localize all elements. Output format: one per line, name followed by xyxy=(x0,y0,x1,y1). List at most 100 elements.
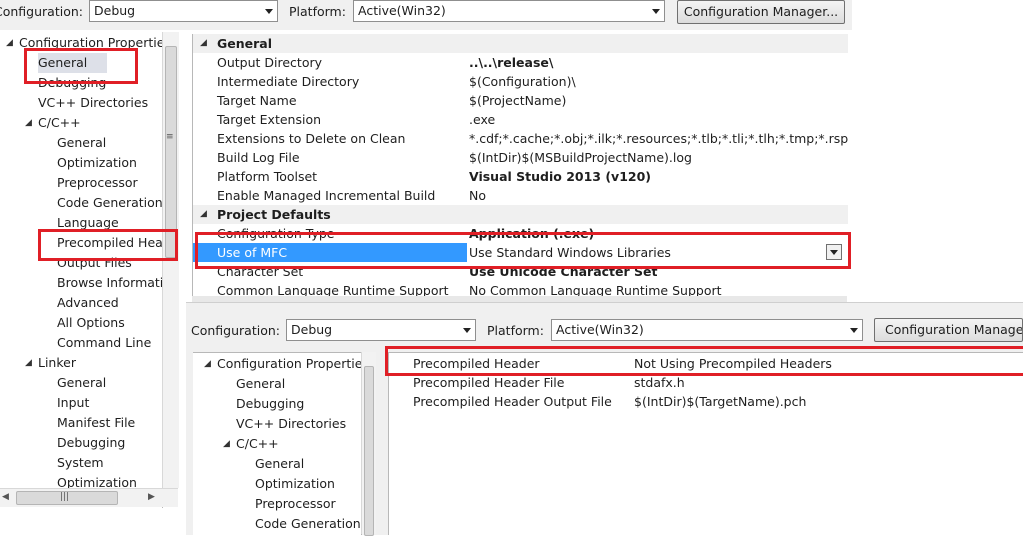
tree-item[interactable]: Code Generation xyxy=(255,514,361,534)
tree-item[interactable]: ◢ Linker xyxy=(25,353,76,373)
configuration-manager-button[interactable]: Configuration Manager... xyxy=(677,0,845,24)
tree-item[interactable]: Debugging xyxy=(236,394,304,414)
property-row[interactable]: Output Directory ..\..\release\ xyxy=(193,53,848,72)
chevron-down-icon xyxy=(648,1,664,21)
tree-item-label: General xyxy=(57,135,107,150)
tree-item-label: General xyxy=(255,456,305,471)
scroll-left-icon[interactable]: ◀ xyxy=(2,492,9,502)
category-row[interactable]: ◢ General xyxy=(193,34,848,53)
tree-item-label: C/C++ xyxy=(38,115,81,130)
tree-item[interactable]: General xyxy=(255,454,304,474)
property-row[interactable]: Enable Managed Incremental Build No xyxy=(193,186,848,205)
configuration-dropdown-2[interactable]: Debug xyxy=(286,319,476,341)
property-row[interactable]: Platform Toolset Visual Studio 2013 (v120… xyxy=(193,167,848,186)
tree-item[interactable]: Input xyxy=(57,393,89,413)
property-name: Target Name xyxy=(217,93,297,108)
property-value[interactable]: Visual Studio 2013 (v120) xyxy=(469,167,651,186)
scroll-right-icon[interactable]: ▶ xyxy=(148,492,155,502)
property-name: Enable Managed Incremental Build xyxy=(217,188,436,203)
property-row[interactable]: Extensions to Delete on Clean *.cdf;*.cac… xyxy=(193,129,848,148)
tree-item[interactable]: ◢ C/C++ xyxy=(223,434,279,454)
tree-item[interactable]: System xyxy=(57,453,104,473)
grip-icon: ≡ xyxy=(166,132,174,142)
tree-item[interactable]: Preprocessor xyxy=(57,173,138,193)
property-row[interactable]: Precompiled Header Output File $(IntDir)$… xyxy=(389,392,1023,411)
property-row[interactable]: Build Log File $(IntDir)$(MSBuildProjectN… xyxy=(193,148,848,167)
tree-item-label: All Options xyxy=(57,315,125,330)
property-value[interactable]: $(Configuration)\ xyxy=(469,72,576,91)
property-row[interactable]: Intermediate Directory $(Configuration)\ xyxy=(193,72,848,91)
tree-item[interactable]: General xyxy=(57,133,106,153)
property-name: Extensions to Delete on Clean xyxy=(217,131,406,146)
property-name: Output Directory xyxy=(217,55,323,70)
property-row[interactable]: Target Name $(ProjectName) xyxy=(193,91,848,110)
chevron-down-icon xyxy=(846,320,862,340)
expand-arrow-icon[interactable]: ◢ xyxy=(204,354,211,374)
scroll-thumb[interactable] xyxy=(165,46,177,258)
configuration-label-2: Configuration: xyxy=(191,323,280,338)
property-value[interactable]: No xyxy=(469,186,486,205)
tree-item-label: General xyxy=(236,376,286,391)
tree-item[interactable]: Code Generation xyxy=(57,193,163,213)
platform-dropdown-2[interactable]: Active(Win32) xyxy=(551,319,863,341)
configuration-manager-button-2[interactable]: Configuration Manager... xyxy=(874,318,1023,342)
tree-item-label: General xyxy=(57,375,107,390)
tree-horizontal-scrollbar[interactable]: ◀ ||| ▶ xyxy=(0,488,178,507)
tree-item[interactable]: VC++ Directories xyxy=(38,93,148,113)
category-row[interactable]: ◢ Project Defaults xyxy=(193,205,848,224)
property-value[interactable]: ..\..\release\ xyxy=(469,53,553,72)
tree-vertical-scrollbar-2[interactable] xyxy=(361,352,376,536)
tree-item[interactable]: General xyxy=(57,373,106,393)
expand-arrow-icon[interactable]: ◢ xyxy=(25,353,32,373)
property-value[interactable]: $(IntDir)$(TargetName).pch xyxy=(634,392,806,411)
tree-item[interactable]: ◢ C/C++ xyxy=(25,113,81,133)
platform-value: Active(Win32) xyxy=(358,3,446,18)
collapse-arrow-icon[interactable]: ◢ xyxy=(200,205,207,224)
tree-item[interactable]: Command Line xyxy=(57,333,151,353)
tree-item[interactable]: Advanced xyxy=(57,293,119,313)
tree-item-label: Advanced xyxy=(57,295,119,310)
platform-dropdown[interactable]: Active(Win32) xyxy=(353,0,665,22)
property-value[interactable]: .exe xyxy=(469,110,495,129)
expand-arrow-icon[interactable]: ◢ xyxy=(25,113,32,133)
configuration-value-2: Debug xyxy=(291,322,333,337)
configuration-dropdown[interactable]: Debug xyxy=(89,0,278,22)
platform-label-2: Platform: xyxy=(487,323,544,338)
tree-item[interactable]: Preprocessor xyxy=(255,494,336,514)
property-value[interactable]: $(IntDir)$(MSBuildProjectName).log xyxy=(469,148,692,167)
tree-item[interactable]: Debugging xyxy=(57,433,125,453)
property-name: Project Defaults xyxy=(217,207,331,222)
property-value[interactable]: $(ProjectName) xyxy=(469,91,566,110)
tree-item-label: Linker xyxy=(38,355,76,370)
tree-item[interactable]: Manifest File xyxy=(57,413,135,433)
tree-item-label: Configuration Properties xyxy=(217,356,362,371)
scroll-thumb[interactable] xyxy=(364,366,374,536)
tree-item[interactable]: Browse Information xyxy=(57,273,162,293)
tree-item-label: C/C++ xyxy=(236,436,279,451)
property-row[interactable]: Target Extension .exe xyxy=(193,110,848,129)
tree-item-label: VC++ Directories xyxy=(38,95,149,110)
tree-item[interactable]: General xyxy=(236,374,285,394)
property-value[interactable]: *.cdf;*.cache;*.obj;*.ilk;*.resources;*.… xyxy=(469,129,848,148)
property-name: Build Log File xyxy=(217,150,300,165)
grip-icon: ||| xyxy=(60,492,70,502)
annotation-box-precompiled-header-row xyxy=(385,346,1023,376)
tree-item-label: Code Generation xyxy=(57,195,163,210)
tree-item-label: Optimization xyxy=(57,155,137,170)
property-name: Target Extension xyxy=(217,112,322,127)
tree-item[interactable]: Optimization xyxy=(255,474,335,494)
tree-item-label: Code Generation xyxy=(255,516,361,531)
annotation-box-use-of-mfc xyxy=(195,232,851,269)
tree-item[interactable]: ◢ Configuration Properties xyxy=(204,354,362,374)
expand-arrow-icon[interactable]: ◢ xyxy=(223,434,230,454)
expand-arrow-icon[interactable]: ◢ xyxy=(6,33,13,53)
tree-item[interactable]: Optimization xyxy=(57,153,137,173)
property-tree-2: ◢ Configuration Properties General Debuggin… xyxy=(193,352,362,535)
collapse-arrow-icon[interactable]: ◢ xyxy=(200,34,207,53)
configuration-value: Debug xyxy=(94,3,136,18)
tree-item-label: Debugging xyxy=(236,396,305,411)
tree-item[interactable]: All Options xyxy=(57,313,125,333)
tree-item[interactable]: VC++ Directories xyxy=(236,414,346,434)
tree-item-label: Input xyxy=(57,395,90,410)
tree-item-label: Command Line xyxy=(57,335,152,350)
